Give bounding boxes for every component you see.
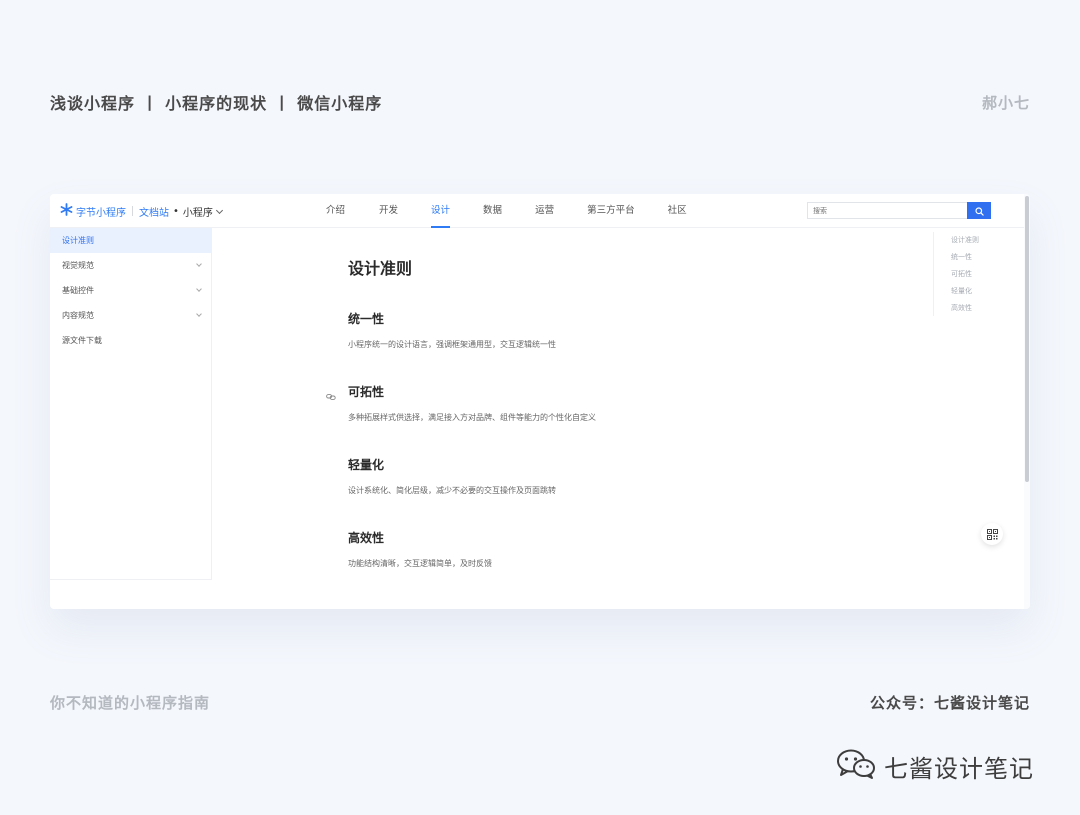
sidebar-item-label: 视觉规范 — [62, 261, 94, 270]
sidebar-item-label: 基础控件 — [62, 286, 94, 295]
chevron-down-icon — [196, 261, 202, 267]
section-efficiency: 高效性 功能结构清晰，交互逻辑简单，及时反馈 — [348, 529, 492, 569]
section-heading: 可拓性 — [348, 385, 385, 399]
product-selector[interactable]: 小程序 — [183, 204, 213, 219]
chevron-down-icon[interactable] — [215, 206, 223, 214]
section-desc: 多种拓展样式供选择，满足接入方对品牌、组件等能力的个性化自定义 — [348, 413, 596, 422]
nav-item-develop[interactable]: 开发 — [379, 194, 398, 228]
section-consistency: 统一性 小程序统一的设计语言，强调框架通用型，交互逻辑统一性 — [348, 310, 556, 350]
sidebar: 设计准则 视觉规范 基础控件 内容规范 源文件下载 — [50, 228, 212, 580]
footer-right: 公众号：七酱设计笔记 — [869, 694, 1030, 712]
brand-name[interactable]: 字节小程序 — [76, 204, 126, 219]
brand-dot: • — [173, 205, 179, 217]
page-title: 设计准则 — [348, 259, 413, 278]
top-navbar: 字节小程序 文档站 • 小程序 介绍 开发 设计 数据 运营 第三方平台 社区 — [50, 194, 1024, 228]
chevron-down-icon — [196, 286, 202, 292]
search-box — [807, 202, 991, 219]
qr-code-button[interactable] — [981, 523, 1003, 545]
brand-divider — [132, 206, 133, 216]
sidebar-item-label: 内容规范 — [62, 311, 94, 320]
asterisk-logo-icon — [60, 203, 73, 219]
footer-left: 你不知道的小程序指南 — [50, 694, 211, 712]
page-header: 浅谈小程序 丨 小程序的现状 丨 微信小程序 郝小七 — [50, 90, 1030, 114]
nav-item-operation[interactable]: 运营 — [535, 194, 554, 228]
anchor-link-icon[interactable] — [326, 386, 336, 405]
app-window: 字节小程序 文档站 • 小程序 介绍 开发 设计 数据 运营 第三方平台 社区 — [50, 194, 1030, 609]
table-of-contents: 设计准则 统一性 可拓性 轻量化 高效性 — [933, 232, 1003, 316]
section-heading: 高效性 — [348, 531, 385, 545]
brand[interactable]: 字节小程序 文档站 • 小程序 — [60, 203, 223, 219]
scrollbar-thumb[interactable] — [1025, 196, 1029, 482]
section-lightweight: 轻量化 设计系统化、简化层级，减少不必要的交互操作及页面跳转 — [348, 456, 556, 496]
scrollbar[interactable] — [1024, 194, 1030, 609]
section-desc: 小程序统一的设计语言，强调框架通用型，交互逻辑统一性 — [348, 340, 556, 349]
sidebar-item-visual-spec[interactable]: 视觉规范 — [50, 253, 211, 278]
nav-item-community[interactable]: 社区 — [668, 194, 687, 228]
search-input[interactable] — [807, 202, 967, 219]
toc-item[interactable]: 设计准则 — [951, 232, 1003, 249]
sidebar-item-design-guidelines[interactable]: 设计准则 — [50, 228, 211, 253]
watermark: 七酱设计笔记 — [836, 748, 1034, 784]
section-desc: 功能结构清晰，交互逻辑简单，及时反馈 — [348, 559, 492, 568]
nav-item-intro[interactable]: 介绍 — [326, 194, 345, 228]
toc-item[interactable]: 高效性 — [951, 300, 1003, 317]
sidebar-item-label: 源文件下载 — [62, 336, 102, 345]
toc-item[interactable]: 可拓性 — [951, 266, 1003, 283]
section-extensibility: 可拓性 多种拓展样式供选择，满足接入方对品牌、组件等能力的个性化自定义 — [326, 383, 596, 423]
search-button[interactable] — [967, 202, 991, 219]
main-nav: 介绍 开发 设计 数据 运营 第三方平台 社区 — [320, 194, 687, 228]
nav-item-third-party[interactable]: 第三方平台 — [587, 194, 635, 228]
toc-item[interactable]: 统一性 — [951, 249, 1003, 266]
header-author: 郝小七 — [981, 93, 1030, 112]
search-icon — [974, 201, 984, 220]
toc-item[interactable]: 轻量化 — [951, 283, 1003, 300]
qr-code-icon — [986, 525, 998, 544]
sidebar-item-label: 设计准则 — [62, 236, 94, 245]
sidebar-item-source-download[interactable]: 源文件下载 — [50, 328, 211, 353]
docs-link[interactable]: 文档站 — [139, 204, 169, 219]
nav-item-data[interactable]: 数据 — [483, 194, 502, 228]
chevron-down-icon — [196, 311, 202, 317]
watermark-text: 七酱设计笔记 — [884, 754, 1034, 783]
sidebar-item-content-spec[interactable]: 内容规范 — [50, 303, 211, 328]
section-heading: 轻量化 — [348, 458, 385, 472]
sidebar-item-basic-controls[interactable]: 基础控件 — [50, 278, 211, 303]
header-title: 浅谈小程序 丨 小程序的现状 丨 微信小程序 — [50, 94, 383, 113]
section-heading: 统一性 — [348, 312, 385, 326]
wechat-icon — [836, 748, 878, 784]
nav-item-design[interactable]: 设计 — [431, 194, 451, 228]
section-desc: 设计系统化、简化层级，减少不必要的交互操作及页面跳转 — [348, 486, 556, 495]
